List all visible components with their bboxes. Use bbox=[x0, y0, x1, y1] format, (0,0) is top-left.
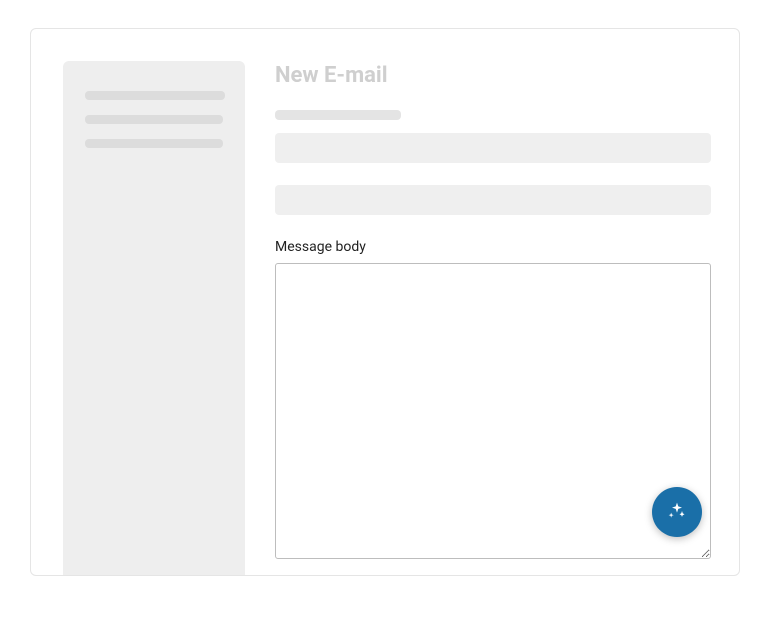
field-label-placeholder bbox=[275, 110, 401, 120]
sparkle-icon bbox=[667, 501, 687, 524]
to-field-placeholder[interactable] bbox=[275, 133, 711, 163]
sidebar-placeholder-line bbox=[85, 115, 223, 124]
app-window: New E-mail Message body bbox=[30, 28, 740, 576]
sidebar-placeholder-line bbox=[85, 139, 223, 148]
sidebar bbox=[63, 61, 245, 576]
message-body-label: Message body bbox=[275, 239, 711, 255]
message-body-input[interactable] bbox=[275, 263, 711, 559]
subject-field-placeholder[interactable] bbox=[275, 185, 711, 215]
sidebar-placeholder-line bbox=[85, 91, 225, 100]
page-title: New E-mail bbox=[275, 63, 711, 88]
ai-assist-fab[interactable] bbox=[652, 487, 702, 537]
